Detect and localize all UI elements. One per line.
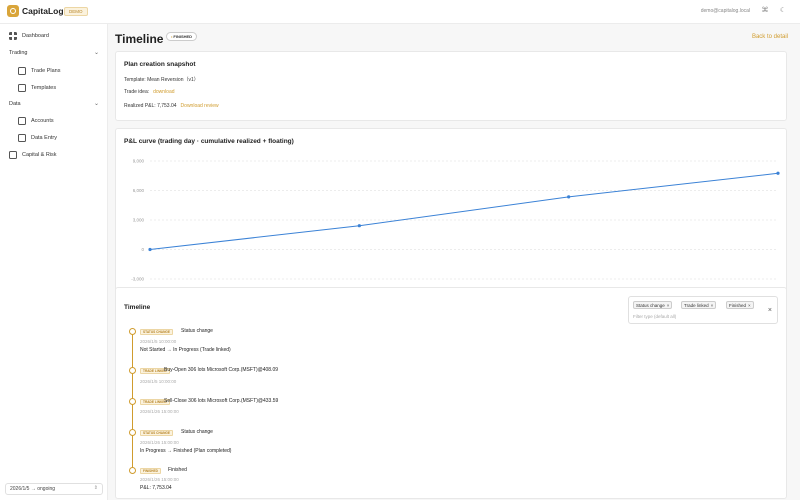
sidebar-item-label: Trade Plans <box>31 68 61 74</box>
y-tick-label: 0 <box>141 247 144 252</box>
snapshot-title: Plan creation snapshot <box>124 61 196 68</box>
chevron-updown-icon: ⇕ <box>93 485 98 491</box>
sidebar-item-label: Dashboard <box>22 33 49 39</box>
filter-chip-label: Status change <box>636 303 665 308</box>
sidebar-item-capital-risk[interactable]: Capital & Risk <box>9 148 57 162</box>
sidebar-item-label: Data Entry <box>31 135 57 141</box>
realized-pnl: Realized P&L: 7,753.04 <box>124 103 177 109</box>
event-type-badge: STATUS CHANGE <box>140 430 173 436</box>
timeline-dot <box>129 328 136 335</box>
y-tick-label: 3,000 <box>133 218 145 223</box>
page-title: Timeline <box>115 32 164 46</box>
download-review-link[interactable]: Download review <box>181 103 219 109</box>
logo-icon <box>7 5 19 17</box>
language-icon[interactable]: ⌘ <box>760 6 770 16</box>
sidebar-item-trade-plans[interactable]: Trade Plans <box>18 64 60 78</box>
event-description: In Progress → Finished (Plan completed) <box>140 448 232 454</box>
close-icon[interactable]: × <box>711 303 714 308</box>
user-email[interactable]: demo@capitalog.local <box>701 8 750 14</box>
y-tick-label: 6,000 <box>133 188 145 193</box>
filter-placeholder: Filter type (default all) <box>633 314 677 319</box>
filter-chip-status-change[interactable]: Status change × <box>633 301 673 309</box>
timeline-dot <box>129 398 136 405</box>
event-description: Not Started → In Progress (Trade linked) <box>140 347 231 353</box>
sidebar-item-label: Capital & Risk <box>22 152 57 158</box>
capital-risk-icon <box>9 151 17 159</box>
sidebar-item-label: Templates <box>31 85 57 91</box>
timeline-card: Timeline Status change × Trade linked × Fi… <box>115 287 787 499</box>
snapshot-realized: Realized P&L: 7,753.04 Download review <box>124 103 219 109</box>
period-select[interactable]: 2026/1/5 → ongoing ⇕ <box>5 483 103 495</box>
filter-chip-trade-linked[interactable]: Trade linked × <box>681 301 717 309</box>
chevron-down-icon: ⌄ <box>93 50 99 56</box>
theme-toggle-icon[interactable]: ☾ <box>778 6 788 16</box>
sidebar-section-label: Trading <box>9 50 28 56</box>
pnl-data-point <box>776 171 780 175</box>
sidebar-section-label: Data <box>9 101 21 107</box>
trade-idea-download-link[interactable]: download <box>153 89 174 95</box>
event-title: Status change <box>181 429 213 435</box>
close-icon[interactable]: × <box>748 303 751 308</box>
close-icon[interactable]: × <box>667 303 670 308</box>
trade-plans-icon <box>18 67 26 75</box>
pnl-data-point <box>567 195 571 199</box>
period-select-value: 2026/1/5 → ongoing <box>10 486 56 492</box>
timeline-dot <box>129 367 136 374</box>
y-tick-label: 9,000 <box>133 159 145 164</box>
sidebar-item-accounts[interactable]: Accounts <box>18 114 54 128</box>
templates-icon <box>18 84 26 92</box>
main-content: Timeline •FINISHED Back to detail Plan c… <box>109 24 800 500</box>
filter-chip-label: Finished <box>729 303 747 308</box>
event-title: Buy-Open 306 lots Microsoft Corp.(MSFT)@… <box>164 367 279 373</box>
snapshot-card: Plan creation snapshot Template: Mean Re… <box>115 51 787 121</box>
sidebar-section-data[interactable]: Data ⌄ <box>9 101 99 107</box>
event-time: 2026/1/26 15:00:00 <box>140 440 179 445</box>
top-bar: CapitaLog DEMO demo@capitalog.local ⌘ ☾ <box>0 0 800 24</box>
back-to-detail-link[interactable]: Back to detail <box>752 34 788 40</box>
pnl-chart-card: P&L curve (trading day · cumulative real… <box>115 128 787 302</box>
trade-idea-label: Trade idea: <box>124 89 150 95</box>
timeline-dot <box>129 467 136 474</box>
status-badge-label: FINISHED <box>173 34 193 39</box>
sidebar-item-label: Accounts <box>31 118 54 124</box>
app-name: CapitaLog <box>22 6 64 16</box>
timeline-title: Timeline <box>124 304 151 311</box>
event-type-badge: FINISHED <box>140 468 161 474</box>
event-title: Status change <box>181 328 213 334</box>
pnl-chart: 9,0006,0003,0000-3,0002026-01-052026-01-… <box>131 159 780 293</box>
event-time: 2026/1/26 15:00:00 <box>140 409 179 414</box>
status-badge: •FINISHED <box>166 32 198 41</box>
snapshot-trade-idea: Trade idea: download <box>124 89 175 95</box>
timeline-dot <box>129 429 136 436</box>
pnl-data-point <box>357 224 361 228</box>
sidebar-item-templates[interactable]: Templates <box>18 81 56 95</box>
event-time: 2026/1/5 10:00:00 <box>140 379 177 384</box>
sidebar: Dashboard Trading ⌄ Trade Plans Template… <box>0 24 108 500</box>
chevron-down-icon: ⌄ <box>93 101 99 107</box>
event-description: P&L: 7,753.04 <box>140 485 172 491</box>
sidebar-item-dashboard[interactable]: Dashboard <box>9 29 49 43</box>
accounts-icon <box>18 117 26 125</box>
pnl-data-point <box>148 247 152 252</box>
event-time: 2026/1/5 10:00:00 <box>140 339 177 344</box>
data-entry-icon <box>18 134 26 142</box>
y-tick-label: -3,000 <box>131 277 144 282</box>
clear-filter-icon[interactable]: × <box>768 307 772 314</box>
event-title: Sell-Close 306 lots Microsoft Corp.(MSFT… <box>164 398 279 404</box>
snapshot-template: Template: Mean Reversion（v1） <box>124 77 199 83</box>
sidebar-section-trading[interactable]: Trading ⌄ <box>9 50 99 56</box>
event-type-filter[interactable]: Status change × Trade linked × Finished × F… <box>628 296 778 324</box>
event-time: 2026/1/26 15:00:00 <box>140 477 179 482</box>
dashboard-icon <box>9 32 17 40</box>
demo-badge: DEMO <box>64 7 88 16</box>
filter-chip-finished[interactable]: Finished × <box>726 301 754 309</box>
filter-chip-label: Trade linked <box>684 303 709 308</box>
event-type-badge: STATUS CHANGE <box>140 329 173 335</box>
pnl-series-line <box>149 172 779 250</box>
sidebar-item-data-entry[interactable]: Data Entry <box>18 131 57 145</box>
event-title: Finished <box>168 467 187 473</box>
